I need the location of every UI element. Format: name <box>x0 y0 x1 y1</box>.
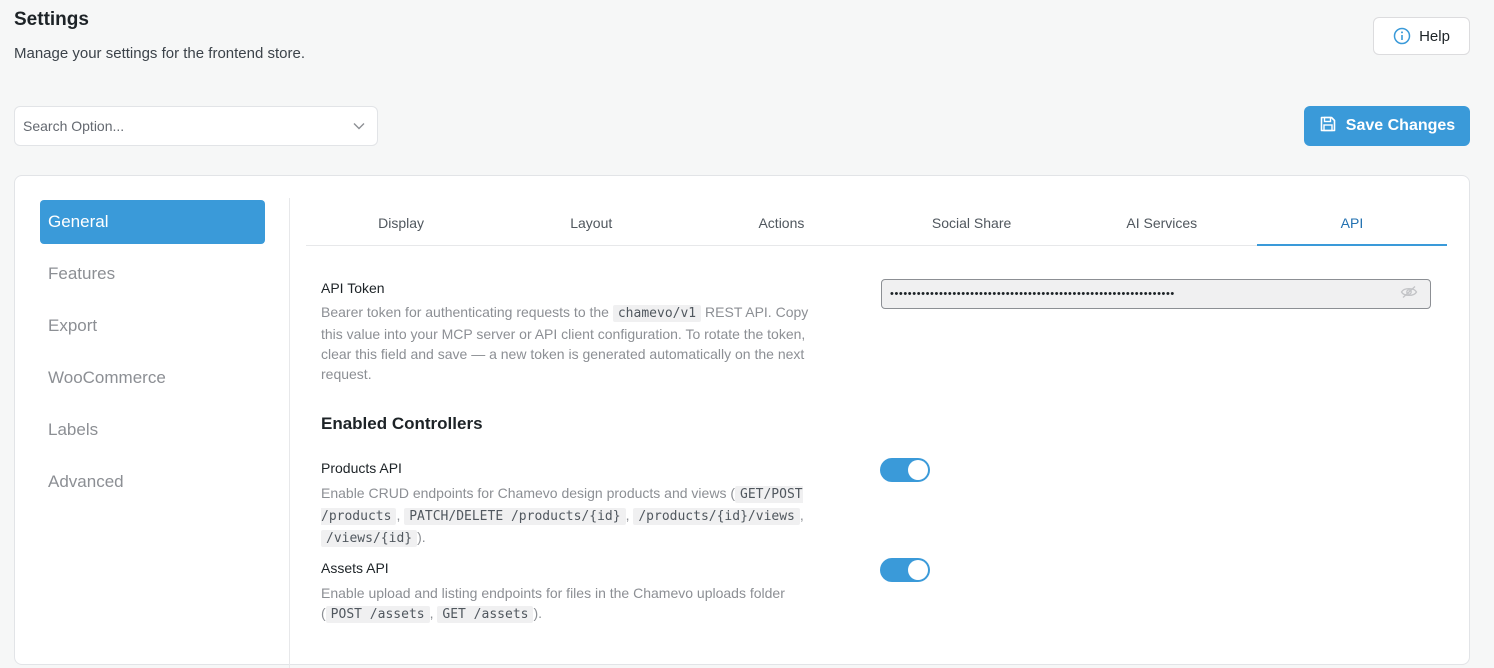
endpoint-code: GET /assets <box>437 606 534 623</box>
endpoint-code: /views/{id} <box>321 530 418 547</box>
tab-api[interactable]: API <box>1256 200 1448 246</box>
sidebar-divider <box>289 198 290 668</box>
products-desc-end: ). <box>417 529 426 545</box>
search-option-placeholder: Search Option... <box>23 118 125 134</box>
assets-desc-end: ). <box>533 605 543 621</box>
save-changes-button[interactable]: Save Changes <box>1304 106 1470 146</box>
toggle-knob <box>908 460 928 480</box>
info-icon <box>1393 27 1411 45</box>
sidebar-item-advanced[interactable]: Advanced <box>40 460 265 504</box>
eye-slash-icon[interactable] <box>1400 285 1418 304</box>
endpoint-code: /products/{id}/views <box>633 508 800 525</box>
api-token-label: API Token <box>321 280 385 296</box>
search-option-select[interactable]: Search Option... <box>14 106 378 146</box>
sidebar-nav: General Features Export WooCommerce Labe… <box>15 176 289 664</box>
endpoint-code: POST /assets <box>325 606 430 623</box>
tab-social-share[interactable]: Social Share <box>877 200 1067 245</box>
sidebar-item-woocommerce[interactable]: WooCommerce <box>40 356 265 400</box>
assets-api-toggle[interactable] <box>880 558 930 582</box>
tab-layout[interactable]: Layout <box>496 200 686 245</box>
save-changes-label: Save Changes <box>1345 117 1456 134</box>
endpoint-code: PATCH/DELETE /products/{id} <box>404 508 626 525</box>
settings-card: General Features Export WooCommerce Labe… <box>14 175 1470 668</box>
products-api-toggle[interactable] <box>880 458 930 482</box>
enabled-controllers-heading: Enabled Controllers <box>321 414 483 433</box>
tab-ai-services[interactable]: AI Services <box>1067 200 1257 245</box>
products-desc-text: Enable CRUD endpoints for Chamevo design… <box>321 485 735 501</box>
page-title: Settings <box>14 9 89 30</box>
products-api-description: Enable CRUD endpoints for Chamevo design… <box>321 483 817 549</box>
sidebar-item-general[interactable]: General <box>40 200 265 244</box>
api-token-desc-text: Bearer token for authenticating requests… <box>321 304 613 320</box>
toggle-knob <box>908 560 928 580</box>
assets-api-label: Assets API <box>321 560 389 576</box>
products-api-label: Products API <box>321 460 402 476</box>
help-button[interactable]: Help <box>1373 17 1470 55</box>
page-subtitle: Manage your settings for the frontend st… <box>14 45 305 62</box>
api-namespace-code: chamevo/v1 <box>612 305 702 322</box>
assets-api-description: Enable upload and listing endpoints for … <box>321 583 817 625</box>
separator: , <box>799 507 804 523</box>
api-token-value: ••••••••••••••••••••••••••••••••••••••••… <box>890 288 1175 300</box>
help-button-label: Help <box>1419 27 1450 45</box>
tab-display[interactable]: Display <box>306 200 496 245</box>
tab-actions[interactable]: Actions <box>686 200 876 245</box>
save-icon <box>1319 115 1337 138</box>
chevron-down-icon <box>353 117 365 135</box>
sidebar-item-features[interactable]: Features <box>40 252 265 296</box>
sidebar-item-labels[interactable]: Labels <box>40 408 265 452</box>
api-token-description: Bearer token for authenticating requests… <box>321 302 817 384</box>
api-token-field[interactable]: ••••••••••••••••••••••••••••••••••••••••… <box>881 279 1431 309</box>
sidebar-item-export[interactable]: Export <box>40 304 265 348</box>
settings-tabs: Display Layout Actions Social Share AI S… <box>306 200 1448 246</box>
